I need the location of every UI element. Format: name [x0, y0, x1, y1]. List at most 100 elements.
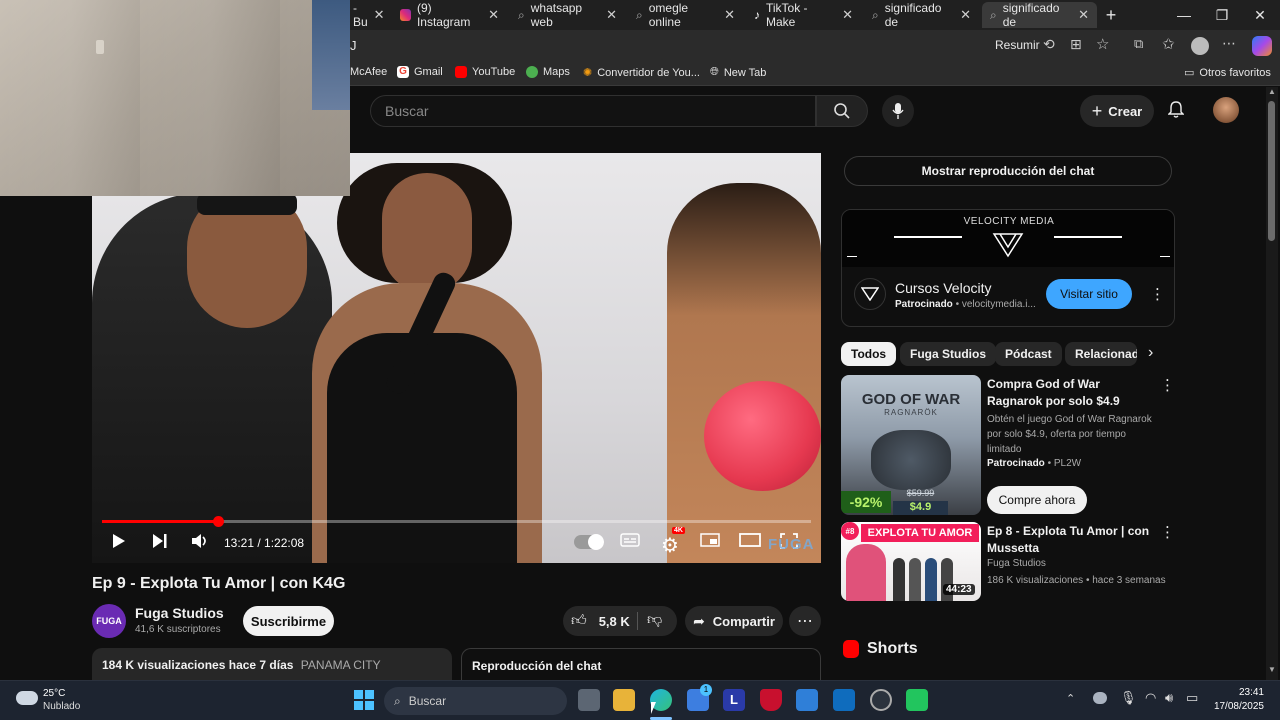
miniplayer-icon[interactable] [700, 533, 720, 547]
recommended-title[interactable]: Ep 8 - Explota Tu Amor | con Mussetta [987, 523, 1152, 557]
favorites-icon[interactable]: ✩ [1162, 35, 1175, 53]
browser-tab-active[interactable]: ⌕ significado de ✕ [982, 1, 1097, 29]
mcafee-icon[interactable] [760, 689, 782, 711]
microphone-icon[interactable]: 🎙︎ [1120, 690, 1137, 706]
next-button[interactable] [152, 533, 168, 549]
browser-tab[interactable]: ⌕ whatsapp web ✕ [510, 1, 625, 29]
settings-gear-icon[interactable]: ⚙ 4K [661, 527, 685, 558]
like-count[interactable]: 5,8 K [599, 614, 630, 629]
hidden-icons-chevron-icon[interactable]: ⌃ [1066, 692, 1075, 705]
close-tab-icon[interactable]: ✕ [374, 7, 385, 23]
onedrive-icon[interactable] [1093, 692, 1107, 704]
bookmark-mcafee[interactable]: McAfee [350, 66, 387, 78]
autoplay-toggle[interactable] [574, 534, 604, 550]
windows-start-icon[interactable] [354, 690, 374, 710]
bookmark-youtube[interactable]: YouTube [455, 66, 515, 78]
account-avatar[interactable] [1213, 97, 1239, 123]
show-chat-replay-button[interactable]: Mostrar reproducción del chat [844, 156, 1172, 186]
item-more-icon[interactable]: ⋮ [1160, 376, 1175, 394]
video-thumbnail[interactable]: EXPLOTA TU AMOR #8 44:23 [841, 522, 981, 601]
volume-button[interactable] [191, 533, 209, 549]
search-button[interactable] [816, 95, 868, 127]
notifications-bell-icon[interactable] [1167, 101, 1185, 122]
other-favorites[interactable]: ▭ Otros favoritos [1184, 66, 1271, 80]
whatsapp-icon[interactable] [906, 689, 928, 711]
voice-search-button[interactable] [882, 95, 914, 127]
weather-temp[interactable]: 25°C [43, 688, 65, 699]
wifi-icon[interactable]: ◠ [1145, 690, 1156, 706]
split-screen-icon[interactable]: ⧉ [1134, 36, 1143, 52]
share-button[interactable]: ➦ Compartir [685, 606, 783, 636]
play-button[interactable] [112, 533, 126, 549]
channel-avatar[interactable]: FUGA [92, 604, 126, 638]
new-tab-button[interactable]: + [1096, 4, 1126, 26]
favorite-star-icon[interactable]: ☆ [1096, 35, 1109, 53]
app-editor-icon[interactable] [796, 689, 818, 711]
bookmark-maps[interactable]: Maps [526, 66, 570, 78]
reader-summary-button[interactable]: Resumir [995, 38, 1040, 52]
profile-avatar[interactable] [1191, 37, 1209, 55]
app-l-icon[interactable]: L [723, 689, 745, 711]
browser-tab[interactable]: ♪ TikTok - Make ✕ [746, 1, 861, 29]
more-menu-icon[interactable]: ⋯ [1222, 35, 1236, 52]
file-explorer-icon[interactable] [613, 689, 635, 711]
page-scrollbar[interactable]: ▲ ▼ [1266, 87, 1278, 680]
create-button[interactable]: + Crear [1080, 95, 1154, 127]
close-tab-icon[interactable]: ✕ [488, 7, 499, 23]
item-more-icon[interactable]: ⋮ [1160, 523, 1175, 541]
chat-replay-panel[interactable]: Reproducción del chat [461, 648, 821, 680]
battery-icon[interactable]: ▭ [1186, 690, 1198, 706]
chip-fuga-studios[interactable]: Fuga Studios [900, 342, 996, 366]
bookmark-gmail[interactable]: G Gmail [397, 66, 443, 78]
close-window-button[interactable]: ✕ [1240, 4, 1280, 26]
ad-card[interactable]: VELOCITY MEDIA Cursos Velocity Patrocina… [841, 209, 1175, 327]
sponsored-title[interactable]: Compra God of War Ragnarok por solo $4.9 [987, 376, 1152, 410]
address-input[interactable]: J [348, 34, 1008, 58]
dislike-icon[interactable]: 👎︎ [647, 611, 662, 629]
video-player[interactable]: 13:21 / 1:22:08 ⚙ 4K FUGA [92, 153, 821, 563]
progress-scrubber[interactable] [212, 516, 224, 527]
description-box[interactable]: 184 K visualizaciones hace 7 días PANAMA… [92, 648, 452, 680]
extensions-icon[interactable]: ⊞ [1070, 36, 1082, 53]
advertiser-avatar[interactable] [854, 278, 886, 310]
speaker-icon[interactable]: 🔊︎ [1165, 690, 1173, 706]
search-input[interactable]: Buscar [370, 95, 816, 127]
browser-tab[interactable]: (9) Instagram ✕ [392, 1, 507, 29]
translate-icon[interactable]: ⟲ [1043, 36, 1055, 53]
close-tab-icon[interactable]: ✕ [606, 7, 617, 23]
taskbar-search[interactable]: ⌕ Buscar [384, 687, 567, 715]
chips-next-chevron-icon[interactable]: › [1148, 344, 1153, 362]
ad-more-icon[interactable]: ⋮ [1150, 285, 1165, 303]
buy-now-button[interactable]: Compre ahora [987, 486, 1087, 514]
chip-todos[interactable]: Todos [841, 342, 897, 366]
clock-date[interactable]: 17/08/2025 [1200, 701, 1264, 712]
more-actions-button[interactable]: ⋯ [789, 606, 821, 636]
location-tag[interactable]: PANAMA CITY [301, 658, 381, 672]
recommended-channel[interactable]: Fuga Studios [987, 558, 1046, 569]
progress-bar[interactable] [102, 516, 811, 527]
clock-time[interactable]: 23:41 [1212, 687, 1264, 698]
browser-tab[interactable]: - Bu ✕ [345, 1, 390, 29]
copilot-icon[interactable] [1252, 36, 1272, 56]
task-view-icon[interactable] [578, 689, 600, 711]
store-icon[interactable]: 1 [687, 684, 712, 711]
app-circle-icon[interactable] [870, 689, 892, 711]
minimize-button[interactable]: — [1164, 4, 1204, 26]
ad-name[interactable]: Cursos Velocity [895, 280, 991, 296]
theater-mode-icon[interactable] [739, 533, 761, 547]
cloud-weather-icon[interactable] [16, 691, 38, 705]
outlook-icon[interactable] [833, 689, 855, 711]
close-tab-icon[interactable]: ✕ [842, 7, 853, 23]
like-icon[interactable]: 👍︎ [571, 612, 587, 630]
sponsored-thumbnail[interactable]: GOD OF WAR RAGNARÖK -92% $59.99 $4.9 [841, 375, 981, 515]
maximize-button[interactable]: ❐ [1202, 4, 1242, 26]
channel-name[interactable]: Fuga Studios [135, 605, 224, 621]
scroll-down-arrow-icon[interactable]: ▼ [1268, 665, 1276, 674]
visit-site-button[interactable]: Visitar sitio [1046, 279, 1132, 309]
close-tab-icon[interactable]: ✕ [960, 7, 971, 23]
chip-relacionados[interactable]: Relacionad [1065, 342, 1137, 366]
subtitles-icon[interactable] [620, 533, 640, 547]
browser-tab[interactable]: ⌕ significado de ✕ [864, 1, 979, 29]
bookmark-converter[interactable]: ✺ Convertidor de You... [583, 66, 700, 80]
subscribe-button[interactable]: Suscribirme [243, 606, 334, 636]
